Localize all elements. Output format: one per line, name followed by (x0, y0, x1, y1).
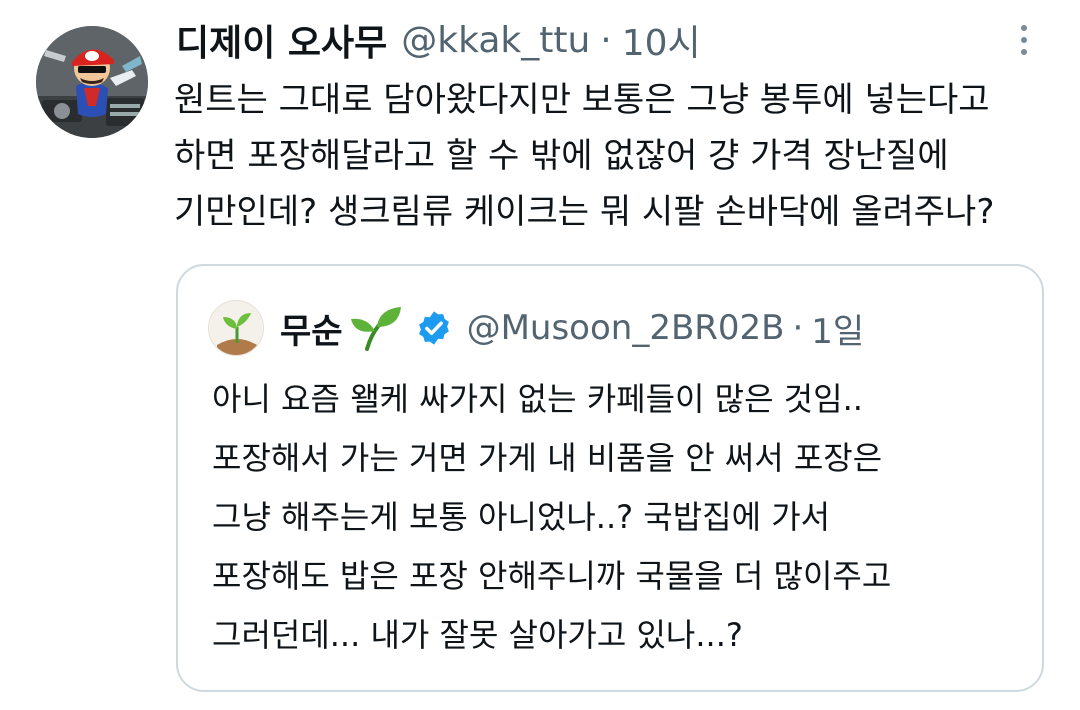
seedling-icon (349, 305, 403, 351)
seedling-avatar-icon (209, 301, 263, 355)
quoted-tweet-text: 아니 요즘 왤케 싸가지 없는 카페들이 많은 것임.. 포장해서 가는 거면 … (212, 370, 1012, 665)
verified-badge-icon (415, 309, 453, 347)
quoted-tweet-header: 무순 @Musoon_2BR02B · 1일 (280, 302, 864, 354)
quoted-text-line: 그러던데... 내가 잘못 살아가고 있나...? (212, 616, 743, 654)
quoted-text-line: 포장해도 밥은 포장 안해주니까 국물을 더 많이주고 (212, 557, 892, 595)
quoted-text-line: 포장해서 가는 거면 가게 내 비품을 안 써서 포장은 (212, 439, 883, 477)
tweet-text: 원트는 그대로 담아왔다지만 보통은 그냥 봉투에 넣는다고 하면 포장해달라고… (174, 72, 1054, 240)
quoted-text-line: 그냥 해주는게 보통 아니었나..? 국밥집에 가서 (212, 498, 831, 536)
tweet-timestamp[interactable]: 10시 (622, 14, 701, 66)
mario-dj-avatar-icon (36, 26, 148, 138)
separator-dot: · (600, 19, 612, 61)
tweet-text-line: 기만인데? 생크림류 케이크는 뭐 시팔 손바닥에 올려주나? (174, 192, 995, 232)
more-vertical-icon[interactable] (1008, 18, 1040, 62)
user-avatar[interactable] (36, 26, 148, 138)
quoted-tweet-timestamp[interactable]: 1일 (811, 304, 864, 353)
more-dot (1021, 37, 1027, 43)
display-name[interactable]: 디제이 오사무 (176, 14, 387, 66)
separator-dot: · (792, 308, 804, 348)
quoted-text-line: 아니 요즘 왤케 싸가지 없는 카페들이 많은 것임.. (212, 380, 863, 418)
tweet-text-line: 하면 포장해달라고 할 수 밖에 없잖어 걍 가격 장난질에 (174, 136, 949, 176)
more-dot (1021, 49, 1027, 55)
quoted-user-handle[interactable]: @Musoon_2BR02B (467, 308, 785, 348)
more-dot (1021, 25, 1027, 31)
quoted-tweet-card[interactable]: 무순 @Musoon_2BR02B · 1일 아니 요즘 왤케 싸가지 없는 카… (176, 264, 1044, 692)
quoted-display-name[interactable]: 무순 (280, 304, 343, 353)
tweet-header: 디제이 오사무 @kkak_ttu · 10시 (176, 14, 701, 66)
user-handle[interactable]: @kkak_ttu (401, 20, 590, 61)
quoted-user-avatar[interactable] (208, 300, 264, 356)
tweet[interactable]: 디제이 오사무 @kkak_ttu · 10시 원트는 그대로 담아왔다지만 보… (0, 0, 1080, 710)
tweet-text-line: 원트는 그대로 담아왔다지만 보통은 그냥 봉투에 넣는다고 (174, 80, 990, 120)
